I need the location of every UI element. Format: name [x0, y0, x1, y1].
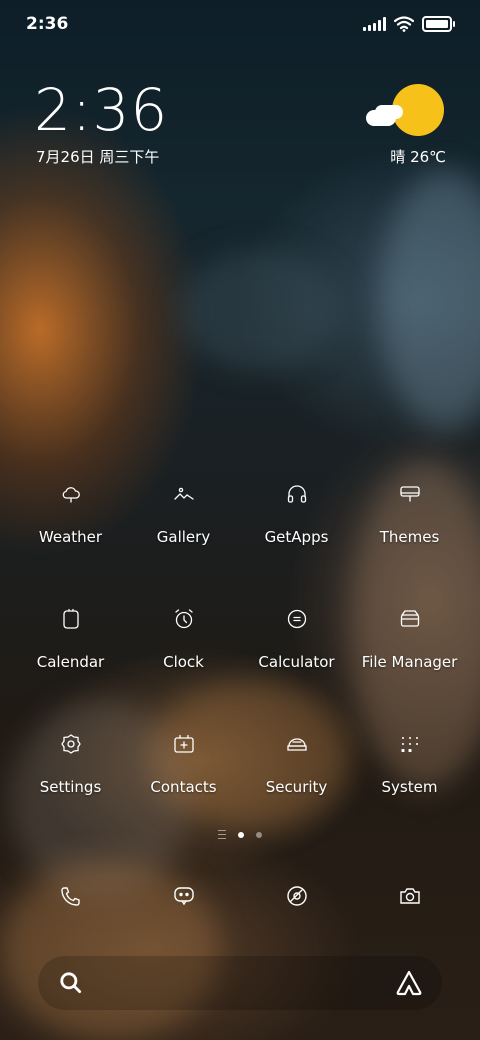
search-bar[interactable] — [38, 956, 442, 1010]
calculator-icon — [287, 609, 306, 629]
app-drawer-indicator[interactable] — [218, 830, 226, 839]
status-bar: 2:36 — [0, 0, 480, 50]
status-icons — [363, 16, 455, 32]
app-label: Clock — [163, 653, 204, 671]
app-getapps[interactable]: GetApps — [240, 478, 353, 546]
app-contacts[interactable]: Contacts — [127, 728, 240, 796]
cloud-icon — [62, 487, 80, 503]
app-label: Themes — [379, 528, 440, 546]
clock-widget-date[interactable]: 7月26日 周三下午 — [36, 146, 159, 167]
app-calendar[interactable]: Calendar — [14, 603, 127, 671]
app-themes[interactable]: Themes — [353, 478, 466, 546]
clock-widget-time[interactable]: 2:36 — [34, 76, 168, 144]
weather-widget-text: 晴 26℃ — [390, 148, 446, 166]
battery-icon — [422, 16, 455, 32]
app-calculator[interactable]: Calculator — [240, 603, 353, 671]
cloud-icon — [366, 110, 396, 126]
app-label: Calculator — [258, 653, 335, 671]
app-label: Settings — [39, 778, 102, 796]
gallery-icon — [173, 487, 194, 500]
headphones-icon — [287, 485, 306, 503]
app-security[interactable]: Security — [240, 728, 353, 796]
app-label: Contacts — [150, 778, 217, 796]
dock — [14, 880, 466, 948]
app-weather[interactable]: Weather — [14, 478, 127, 546]
app-grid: Weather Gallery GetApps Themes Calendar … — [14, 478, 466, 796]
status-time: 2:36 — [26, 14, 69, 34]
page-indicator[interactable] — [0, 830, 480, 839]
browser-icon — [286, 886, 307, 906]
app-clock[interactable]: Clock — [127, 603, 240, 671]
page-dot-2[interactable] — [256, 831, 262, 838]
chat-bubble-icon — [173, 887, 194, 906]
app-label: Weather — [38, 528, 103, 546]
phone-icon — [60, 887, 80, 906]
app-label: GetApps — [264, 528, 329, 546]
app-settings[interactable]: Settings — [14, 728, 127, 796]
folder-grid-icon — [401, 737, 418, 752]
app-label: System — [381, 778, 438, 796]
search-icon[interactable] — [58, 970, 84, 996]
dock-camera[interactable] — [353, 880, 466, 948]
brush-icon — [399, 486, 420, 502]
sun-icon — [392, 84, 444, 136]
assistant-icon[interactable] — [394, 968, 424, 998]
gear-icon — [60, 734, 81, 754]
camera-icon — [399, 888, 420, 904]
dock-messages[interactable] — [127, 880, 240, 948]
app-label: Security — [265, 778, 328, 796]
wifi-icon — [394, 16, 414, 32]
dock-phone[interactable] — [14, 880, 127, 948]
shield-icon — [286, 738, 307, 751]
app-gallery[interactable]: Gallery — [127, 478, 240, 546]
app-label: Gallery — [156, 528, 211, 546]
signal-icon — [363, 17, 386, 31]
app-label: File Manager — [361, 653, 458, 671]
app-system-folder[interactable]: System — [353, 728, 466, 796]
folder-icon — [400, 610, 419, 627]
contacts-icon — [173, 734, 194, 753]
app-file-manager[interactable]: File Manager — [353, 603, 466, 671]
calendar-icon — [62, 608, 79, 629]
page-dot-1[interactable] — [238, 831, 244, 838]
app-label: Calendar — [36, 653, 105, 671]
dock-browser[interactable] — [240, 880, 353, 948]
alarm-clock-icon — [174, 609, 193, 629]
